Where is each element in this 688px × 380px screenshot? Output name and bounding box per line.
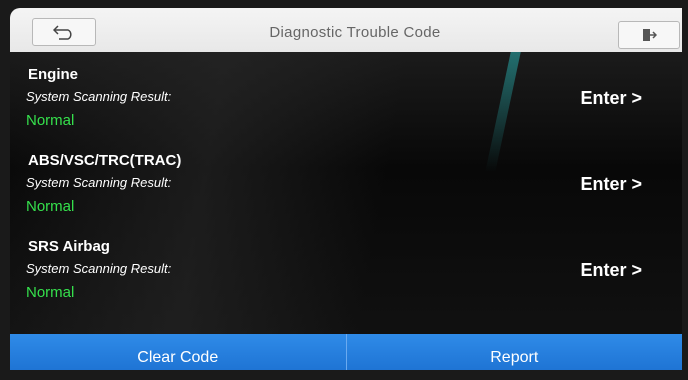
exit-icon [643, 29, 657, 41]
system-name: Engine [28, 66, 79, 83]
enter-button[interactable]: Enter > [580, 174, 642, 195]
system-name: ABS/VSC/TRC(TRAC) [28, 152, 182, 169]
status-text: Normal [26, 112, 75, 129]
enter-button[interactable]: Enter > [580, 260, 642, 281]
scan-result-label: System Scanning Result: [26, 89, 172, 104]
title-bar: Diagnostic Trouble Code [10, 8, 682, 53]
screen: Diagnostic Trouble Code Engine System Sc… [10, 8, 682, 370]
system-name: SRS Airbag [28, 238, 110, 255]
back-arrow-icon [53, 25, 72, 40]
enter-button[interactable]: Enter > [580, 88, 642, 109]
system-row-engine[interactable]: Engine System Scanning Result: Normal En… [10, 52, 682, 138]
status-text: Normal [26, 198, 75, 215]
status-text: Normal [26, 284, 75, 301]
report-button[interactable]: Report [345, 334, 682, 370]
back-button[interactable] [32, 18, 96, 46]
page-title: Diagnostic Trouble Code [269, 24, 441, 41]
scan-result-label: System Scanning Result: [26, 175, 172, 190]
clear-code-button[interactable]: Clear Code [10, 334, 346, 370]
device-frame: Diagnostic Trouble Code Engine System Sc… [0, 0, 688, 380]
exit-button[interactable] [618, 21, 680, 49]
bottom-action-bar: Clear Code Report [10, 334, 682, 370]
scan-result-label: System Scanning Result: [26, 261, 172, 276]
system-row-srs[interactable]: SRS Airbag System Scanning Result: Norma… [10, 224, 682, 310]
system-row-abs[interactable]: ABS/VSC/TRC(TRAC) System Scanning Result… [10, 138, 682, 224]
